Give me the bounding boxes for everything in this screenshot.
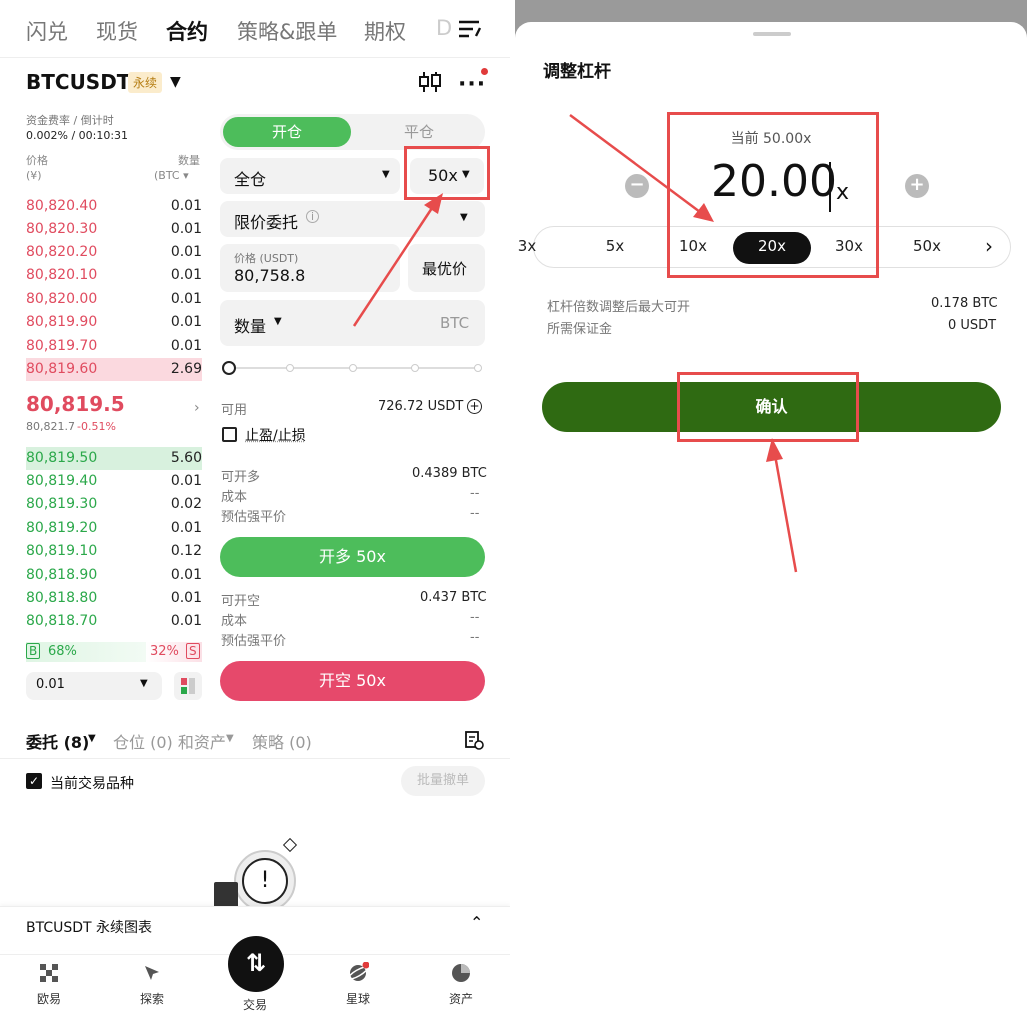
planet-icon (347, 961, 370, 984)
compass-icon (141, 962, 163, 984)
order-history-icon[interactable] (464, 730, 484, 754)
tab-positions[interactable]: 仓位 (0) 和资产 (113, 729, 226, 753)
chevron-down-icon: ▼ (88, 733, 96, 744)
trade-screen: 闪兑 现货 合约 策略&跟单 期权 D BTCUSDT 永续 ▼ ··· 资金费… (0, 0, 510, 1032)
empty-state-illustration: ! (212, 837, 308, 912)
trade-swap-icon[interactable]: ⇅ (228, 936, 284, 992)
nav-okx[interactable]: 欧易 (9, 962, 89, 1007)
annotation-arrows-right (569, 113, 798, 573)
nav-planet-label: 星球 (345, 992, 370, 1006)
nav-assets[interactable]: 资产 (421, 962, 501, 1007)
nav-explore-label: 探索 (139, 992, 164, 1006)
divider (0, 758, 510, 759)
tab-orders[interactable]: 委托 (8) (26, 729, 89, 753)
tab-strategy-orders[interactable]: 策略 (0) (252, 729, 312, 753)
nav-planet[interactable]: 星球 (318, 961, 398, 1007)
chevron-up-icon[interactable]: ⌃ (470, 913, 483, 932)
nav-trade[interactable]: 交易 (215, 996, 295, 1013)
chart-bar-title: BTCUSDT 永续图表 (26, 920, 153, 936)
pie-chart-icon (450, 962, 472, 984)
chevron-down-icon: ▼ (226, 733, 234, 744)
nav-trade-label: 交易 (242, 998, 267, 1012)
leverage-modal-screen: 调整杠杆 当前 50.00x − + 20.00 x 3x 5x 10x 20x… (515, 0, 1027, 1032)
nav-assets-label: 资产 (448, 992, 473, 1006)
nav-explore[interactable]: 探索 (112, 962, 192, 1007)
nav-okx-label: 欧易 (36, 992, 61, 1006)
okx-logo-icon (38, 962, 60, 984)
current-symbol-checkbox[interactable]: ✓ (26, 773, 42, 789)
current-symbol-label: 当前交易品种 (50, 776, 134, 792)
batch-cancel-button[interactable]: 批量撤单 (401, 766, 485, 796)
